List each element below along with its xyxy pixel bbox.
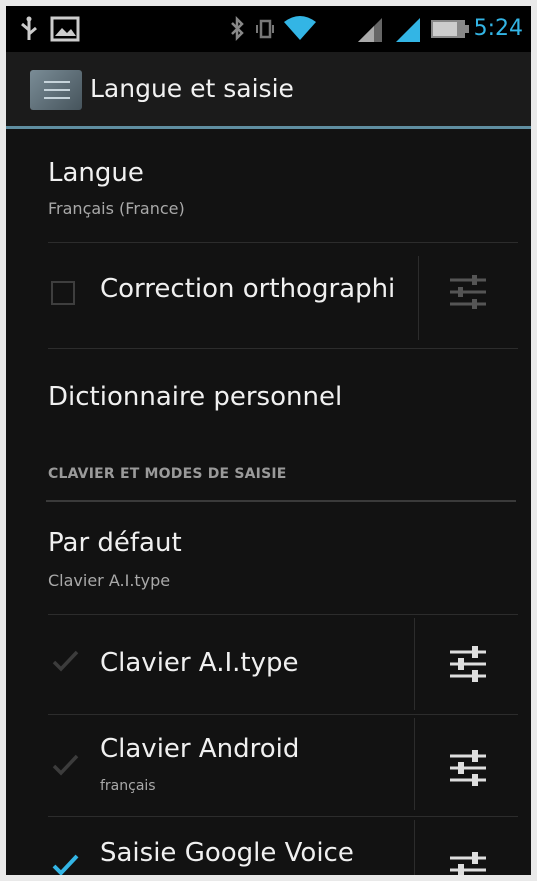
phone-screen: 5:24 Langue et saisie Langue Français (F… — [6, 6, 531, 875]
android-keyboard-title: Clavier Android — [100, 734, 300, 764]
divider — [48, 714, 518, 715]
vertical-divider — [418, 256, 419, 340]
divider — [48, 816, 518, 817]
langue-title: Langue — [48, 158, 144, 188]
vertical-divider — [414, 618, 415, 710]
spellcheck-checkbox[interactable] — [50, 280, 76, 306]
spellcheck-title: Correction orthographi — [100, 274, 396, 304]
aitype-settings-icon[interactable] — [446, 642, 490, 686]
wifi-icon — [284, 16, 316, 40]
settings-app-icon[interactable] — [30, 70, 82, 110]
divider — [48, 348, 518, 349]
voice-settings-icon[interactable] — [446, 848, 490, 875]
android-checkbox[interactable] — [50, 752, 80, 778]
divider — [48, 242, 518, 243]
sliders-icon — [44, 81, 70, 99]
signal-icon — [358, 18, 382, 42]
voice-checkbox[interactable] — [50, 852, 80, 875]
voice-title: Saisie Google Voice — [100, 838, 354, 868]
vibrate-icon — [256, 19, 274, 39]
bluetooth-icon — [231, 16, 244, 42]
status-bar: 5:24 — [6, 6, 531, 52]
dictionary-title: Dictionnaire personnel — [48, 382, 343, 412]
aitype-checkbox[interactable] — [50, 648, 80, 674]
action-bar-divider — [6, 126, 531, 129]
aitype-title: Clavier A.I.type — [100, 648, 299, 678]
langue-subtitle: Français (France) — [48, 199, 185, 218]
usb-icon — [21, 16, 37, 40]
signal-icon — [396, 18, 420, 42]
battery-icon — [431, 20, 469, 38]
android-settings-icon[interactable] — [446, 746, 490, 790]
android-keyboard-subtitle: français — [100, 778, 156, 794]
section-divider — [46, 500, 516, 502]
vertical-divider — [414, 820, 415, 875]
picture-icon — [50, 16, 80, 42]
default-keyboard-subtitle: Clavier A.I.type — [48, 571, 171, 590]
section-header: CLAVIER ET MODES DE SAISIE — [48, 466, 287, 482]
vertical-divider — [414, 718, 415, 810]
action-bar-title: Langue et saisie — [90, 74, 294, 103]
spellcheck-settings-icon[interactable] — [446, 270, 490, 314]
status-time: 5:24 — [473, 16, 523, 41]
action-bar: Langue et saisie — [6, 52, 531, 126]
default-keyboard-title: Par défaut — [48, 528, 182, 558]
divider — [48, 614, 518, 615]
